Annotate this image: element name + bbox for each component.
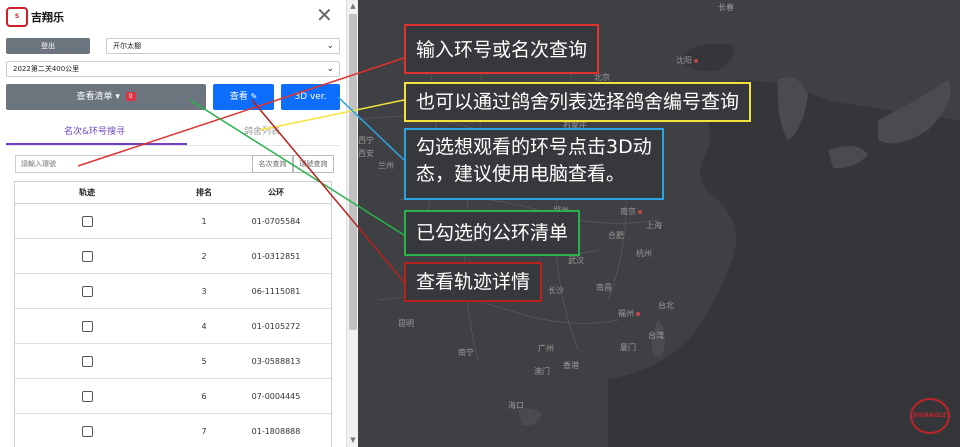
arrow-red	[77, 57, 405, 167]
annotation-selected-list: 已勾选的公环清单	[404, 210, 581, 256]
annotation-3d: 勾选想观看的环号点击3D动 态，建议使用电脑查看。	[404, 128, 664, 200]
arrow-darkred	[251, 99, 405, 283]
annotation-loft-list: 也可以通过鸽舍列表选择鸽舍编号查询	[404, 82, 752, 122]
annotation-3d-line1: 勾选想观看的环号点击3D动	[416, 136, 652, 158]
annotation-input-ring: 输入环号或名次查询	[404, 24, 600, 74]
arrow-green	[189, 99, 405, 236]
annotation-track-detail: 查看轨迹详情	[404, 262, 543, 302]
arrow-yellow	[259, 99, 405, 131]
annotation-3d-line2: 态，建议使用电脑查看。	[416, 163, 626, 185]
